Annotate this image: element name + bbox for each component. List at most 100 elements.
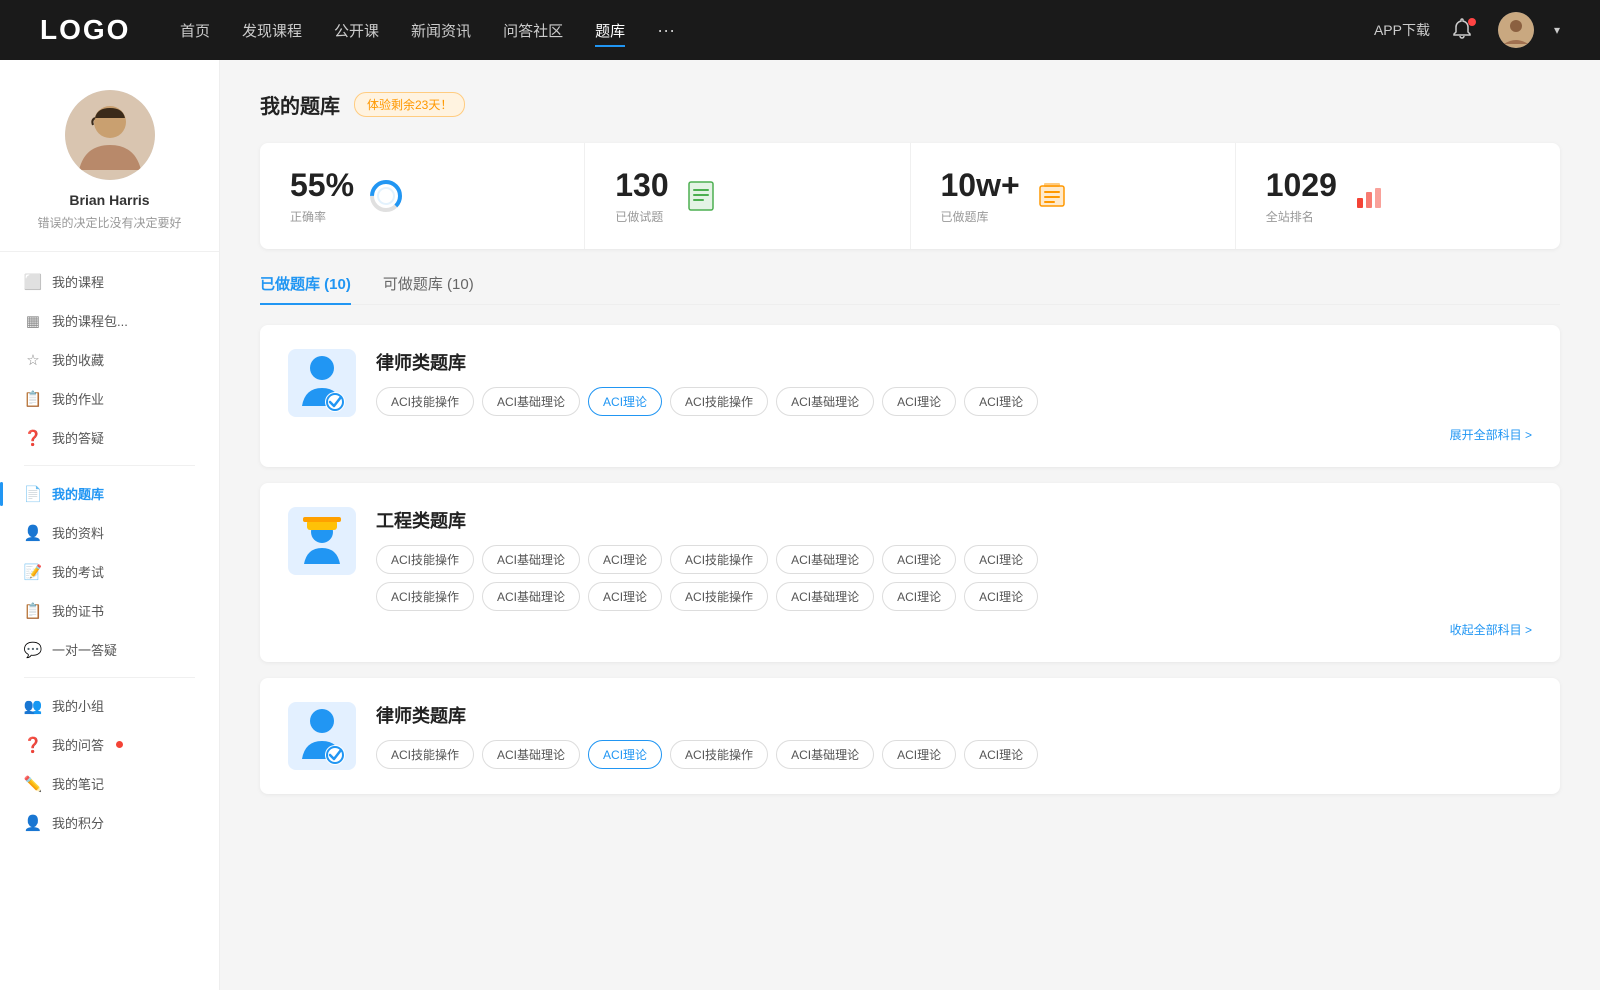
sidebar-item-questions[interactable]: ❓ 我的问答 — [10, 725, 209, 764]
nav-home[interactable]: 首页 — [180, 20, 210, 41]
group-icon: 👥 — [24, 697, 42, 715]
sidebar-item-qa[interactable]: ❓ 我的答疑 — [10, 418, 209, 457]
sidebar-label-my-course: 我的课程 — [52, 272, 104, 291]
sidebar-item-homework[interactable]: 📋 我的作业 — [10, 379, 209, 418]
user-menu-chevron[interactable]: ▾ — [1554, 23, 1560, 37]
qbank-eng-tag-r2-6[interactable]: ACI理论 — [964, 582, 1038, 611]
nav-more[interactable]: ··· — [657, 20, 675, 41]
qbank-eng-tag-r1-5[interactable]: ACI理论 — [882, 545, 956, 574]
sidebar: Brian Harris 错误的决定比没有决定要好 ⬜ 我的课程 ▦ 我的课程包… — [0, 60, 220, 990]
qbank-expand-lawyer-1[interactable]: 展开全部科目 > — [376, 426, 1532, 443]
sidebar-item-group[interactable]: 👥 我的小组 — [10, 686, 209, 725]
tab-available-banks[interactable]: 可做题库 (10) — [383, 273, 474, 304]
sidebar-label-exam: 我的考试 — [52, 562, 104, 581]
stat-done-banks: 10w+ 已做题库 — [911, 143, 1236, 249]
qbank-tag-6[interactable]: ACI理论 — [964, 387, 1038, 416]
app-download-button[interactable]: APP下载 — [1374, 20, 1430, 40]
trial-badge: 体验剩余23天！ — [354, 92, 465, 117]
qbank-eng-tag-r1-6[interactable]: ACI理论 — [964, 545, 1038, 574]
qbank-tag2-1[interactable]: ACI基础理论 — [482, 740, 580, 769]
package-icon: ▦ — [24, 312, 42, 330]
stat-rank: 1029 全站排名 — [1236, 143, 1560, 249]
sidebar-item-one-on-one[interactable]: 💬 一对一答疑 — [10, 630, 209, 669]
sidebar-label-cert: 我的证书 — [52, 601, 104, 620]
sidebar-profile: Brian Harris 错误的决定比没有决定要好 — [0, 80, 219, 252]
nav-qa[interactable]: 问答社区 — [503, 20, 563, 41]
sidebar-divider-1 — [24, 465, 195, 466]
user-avatar[interactable] — [1498, 12, 1534, 48]
qbank-name-engineer: 工程类题库 — [376, 507, 1532, 533]
qbank-tag2-4[interactable]: ACI基础理论 — [776, 740, 874, 769]
qbank-tags-row1-engineer: ACI技能操作 ACI基础理论 ACI理论 ACI技能操作 ACI基础理论 AC… — [376, 545, 1532, 574]
sidebar-divider-2 — [24, 677, 195, 678]
qbank-eng-tag-r1-0[interactable]: ACI技能操作 — [376, 545, 474, 574]
stat-accuracy: 55% 正确率 — [260, 143, 585, 249]
sidebar-item-my-package[interactable]: ▦ 我的课程包... — [10, 301, 209, 340]
qbank-tags-lawyer-2: ACI技能操作 ACI基础理论 ACI理论 ACI技能操作 ACI基础理论 AC… — [376, 740, 1532, 769]
stat-accuracy-value-group: 55% 正确率 — [290, 167, 354, 225]
qbank-card-header-engineer: 工程类题库 ACI技能操作 ACI基础理论 ACI理论 ACI技能操作 ACI基… — [288, 507, 1532, 638]
nav-courses[interactable]: 发现课程 — [242, 20, 302, 41]
cert-icon: 📋 — [24, 602, 42, 620]
stat-done-questions-value: 130 — [615, 167, 668, 204]
nav-open-course[interactable]: 公开课 — [334, 20, 379, 41]
stat-rank-label: 全站排名 — [1266, 208, 1337, 225]
page-header: 我的题库 体验剩余23天！ — [260, 90, 1560, 119]
one-on-one-icon: 💬 — [24, 641, 42, 659]
qbank-eng-tag-r1-1[interactable]: ACI基础理论 — [482, 545, 580, 574]
qbank-tag-4[interactable]: ACI基础理论 — [776, 387, 874, 416]
qbank-tag2-6[interactable]: ACI理论 — [964, 740, 1038, 769]
sidebar-label-qa: 我的答疑 — [52, 428, 104, 447]
qbank-eng-tag-r1-3[interactable]: ACI技能操作 — [670, 545, 768, 574]
sidebar-item-my-course[interactable]: ⬜ 我的课程 — [10, 262, 209, 301]
qbank-tag-0[interactable]: ACI技能操作 — [376, 387, 474, 416]
qbank-icon-engineer — [288, 507, 356, 575]
qbank-tag2-2-selected[interactable]: ACI理论 — [588, 740, 662, 769]
qbank-tag-1[interactable]: ACI基础理论 — [482, 387, 580, 416]
nav-qbank[interactable]: 题库 — [595, 20, 625, 41]
sidebar-label-questions: 我的问答 — [52, 735, 104, 754]
qbank-eng-tag-r2-5[interactable]: ACI理论 — [882, 582, 956, 611]
notification-dot — [1468, 18, 1476, 26]
sidebar-label-group: 我的小组 — [52, 696, 104, 715]
qbank-eng-tag-r2-3[interactable]: ACI技能操作 — [670, 582, 768, 611]
course-icon: ⬜ — [24, 273, 42, 291]
tab-done-banks[interactable]: 已做题库 (10) — [260, 273, 351, 304]
qbank-tag-5[interactable]: ACI理论 — [882, 387, 956, 416]
notification-bell[interactable] — [1450, 16, 1478, 44]
stat-done-banks-value: 10w+ — [941, 167, 1020, 204]
sidebar-item-notes[interactable]: ✏️ 我的笔记 — [10, 764, 209, 803]
qbank-expand-engineer[interactable]: 收起全部科目 > — [376, 621, 1532, 638]
sidebar-item-materials[interactable]: 👤 我的资料 — [10, 513, 209, 552]
qbank-tag-3[interactable]: ACI技能操作 — [670, 387, 768, 416]
qbank-tag-2-selected[interactable]: ACI理论 — [588, 387, 662, 416]
qbank-eng-tag-r2-4[interactable]: ACI基础理论 — [776, 582, 874, 611]
sidebar-item-points[interactable]: 👤 我的积分 — [10, 803, 209, 842]
sidebar-item-favorites[interactable]: ☆ 我的收藏 — [10, 340, 209, 379]
qbank-eng-tag-r1-2[interactable]: ACI理论 — [588, 545, 662, 574]
qbank-eng-tag-r1-4[interactable]: ACI基础理论 — [776, 545, 874, 574]
sidebar-item-cert[interactable]: 📋 我的证书 — [10, 591, 209, 630]
qbank-tag2-0[interactable]: ACI技能操作 — [376, 740, 474, 769]
stat-done-questions-label: 已做试题 — [615, 208, 668, 225]
qbank-tag2-3[interactable]: ACI技能操作 — [670, 740, 768, 769]
stat-done-questions: 130 已做试题 — [585, 143, 910, 249]
qbank-tag2-5[interactable]: ACI理论 — [882, 740, 956, 769]
nav-links: 首页 发现课程 公开课 新闻资讯 问答社区 题库 ··· — [180, 20, 1334, 41]
sidebar-label-points: 我的积分 — [52, 813, 104, 832]
navbar-right: APP下载 ▾ — [1374, 12, 1560, 48]
qbank-eng-tag-r2-0[interactable]: ACI技能操作 — [376, 582, 474, 611]
avatar — [65, 90, 155, 180]
qbank-card-lawyer-2: 律师类题库 ACI技能操作 ACI基础理论 ACI理论 ACI技能操作 ACI基… — [260, 678, 1560, 794]
nav-news[interactable]: 新闻资讯 — [411, 20, 471, 41]
sidebar-item-exam[interactable]: 📝 我的考试 — [10, 552, 209, 591]
profile-name: Brian Harris — [69, 192, 149, 208]
sidebar-label-notes: 我的笔记 — [52, 774, 104, 793]
stat-done-banks-label: 已做题库 — [941, 208, 1020, 225]
sidebar-item-qbank[interactable]: 📄 我的题库 — [10, 474, 209, 513]
qbank-eng-tag-r2-2[interactable]: ACI理论 — [588, 582, 662, 611]
qbank-card-header-lawyer-2: 律师类题库 ACI技能操作 ACI基础理论 ACI理论 ACI技能操作 ACI基… — [288, 702, 1532, 770]
qbank-info-lawyer-1: 律师类题库 ACI技能操作 ACI基础理论 ACI理论 ACI技能操作 ACI基… — [376, 349, 1532, 443]
qbank-eng-tag-r2-1[interactable]: ACI基础理论 — [482, 582, 580, 611]
qbank-icon: 📄 — [24, 485, 42, 503]
